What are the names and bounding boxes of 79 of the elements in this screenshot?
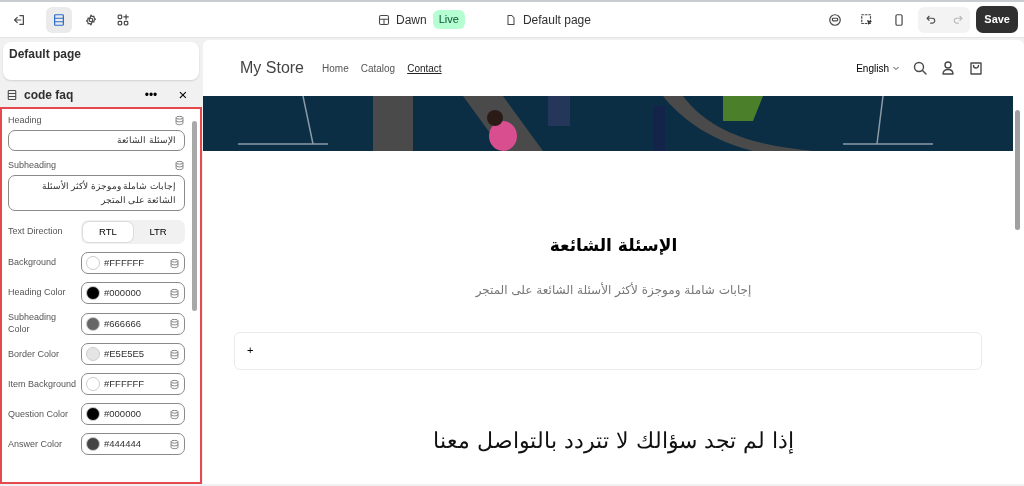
database-icon[interactable] xyxy=(169,348,180,360)
text-field[interactable]: الإسئلة الشائعة xyxy=(8,129,185,152)
expand-toggle[interactable]: + xyxy=(247,342,254,359)
color-swatch[interactable] xyxy=(86,407,100,422)
layout-icon xyxy=(378,13,390,26)
database-icon[interactable] xyxy=(169,408,180,420)
theme-name: Dawn xyxy=(396,11,427,29)
contact-heading: إذا لم تجد سؤالك لا تتردد بالتواصل معنا xyxy=(432,429,795,452)
color-swatch[interactable] xyxy=(86,437,100,452)
color-field[interactable]: #E5E5E5 xyxy=(81,343,185,366)
database-icon[interactable] xyxy=(174,115,185,127)
color-swatch[interactable] xyxy=(86,256,100,271)
color-swatch[interactable] xyxy=(86,286,100,301)
cart-icon[interactable] xyxy=(968,60,984,76)
field-label: Answer Color xyxy=(8,438,63,451)
color-swatch[interactable] xyxy=(86,316,100,331)
field-label: Item Background xyxy=(8,378,77,391)
database-icon[interactable] xyxy=(169,257,180,269)
account-icon[interactable] xyxy=(940,60,956,76)
scrollbar-thumb[interactable] xyxy=(192,120,197,311)
text-area[interactable]: إجابات شاملة وموجزة لأكثر الأسئلة الشائعة على المتجر xyxy=(8,174,185,211)
color-value: #FFFFFF xyxy=(104,377,145,392)
nav-link[interactable]: Contact xyxy=(407,60,442,76)
color-value: #000000 xyxy=(104,407,141,422)
select-icon xyxy=(860,12,875,27)
nav-link[interactable]: Home xyxy=(322,60,349,76)
section-title: code faq xyxy=(24,86,74,104)
database-icon[interactable] xyxy=(169,287,180,299)
faq-item[interactable]: + xyxy=(234,331,982,370)
toggle-option[interactable]: LTR xyxy=(133,221,183,243)
field-label: Heading Color xyxy=(8,287,66,299)
color-field[interactable]: #FFFFFF xyxy=(81,252,185,275)
field-label: Subheading Color xyxy=(8,312,58,336)
database-icon[interactable] xyxy=(174,160,185,172)
page-title: Default page xyxy=(9,46,82,63)
database-icon[interactable] xyxy=(169,318,180,330)
color-value: #000000 xyxy=(104,285,141,300)
color-field[interactable]: #000000 xyxy=(81,282,185,305)
more-button[interactable]: ••• xyxy=(138,81,164,108)
sections-icon xyxy=(52,12,66,27)
page-icon xyxy=(504,13,517,26)
nav-link[interactable]: Catalog xyxy=(360,60,396,76)
faq-heading: الإسئلة الشائعة xyxy=(548,234,679,257)
toggle-option[interactable]: RTL xyxy=(83,221,133,243)
section-icon xyxy=(6,88,18,101)
field-label: Border Color xyxy=(8,348,60,361)
color-swatch[interactable] xyxy=(86,377,100,392)
apps-icon xyxy=(116,12,130,27)
undo-icon xyxy=(924,13,938,26)
chevron-down-icon xyxy=(892,64,900,72)
color-field[interactable]: #444444 xyxy=(81,433,185,456)
field-label: Heading xyxy=(8,114,42,127)
field-label: Background xyxy=(8,257,57,269)
database-icon[interactable] xyxy=(169,378,180,390)
sections-button[interactable] xyxy=(46,6,72,33)
faq-subheading: إجابات شاملة وموجزة لأكثر الأسئلة الشائعة على المتجر xyxy=(474,281,753,299)
close-button[interactable]: × xyxy=(170,81,196,108)
color-value: #444444 xyxy=(104,437,141,452)
page-name[interactable]: Default page xyxy=(522,10,591,29)
color-swatch[interactable] xyxy=(86,347,100,362)
color-field[interactable]: #000000 xyxy=(81,403,185,426)
language-selector[interactable]: English xyxy=(856,60,900,76)
exit-icon xyxy=(12,12,26,27)
search-icon[interactable] xyxy=(912,60,928,76)
color-field[interactable]: #FFFFFF xyxy=(81,373,185,396)
color-field[interactable]: #666666 xyxy=(81,312,185,335)
status-badge: Live xyxy=(432,10,465,29)
field-label: Subheading xyxy=(8,160,57,172)
store-logo[interactable]: My Store xyxy=(240,56,304,80)
scrollbar-thumb[interactable] xyxy=(1015,110,1020,230)
database-icon[interactable] xyxy=(169,438,180,450)
settings-icon xyxy=(84,12,98,27)
save-button[interactable]: Save xyxy=(976,6,1018,33)
preview-icon xyxy=(828,12,843,27)
color-value: #E5E5E5 xyxy=(104,347,145,362)
field-label: Text Direction xyxy=(8,226,63,238)
field-label: Question Color xyxy=(8,408,69,421)
color-value: #666666 xyxy=(104,316,141,331)
color-value: #FFFFFF xyxy=(104,255,145,270)
